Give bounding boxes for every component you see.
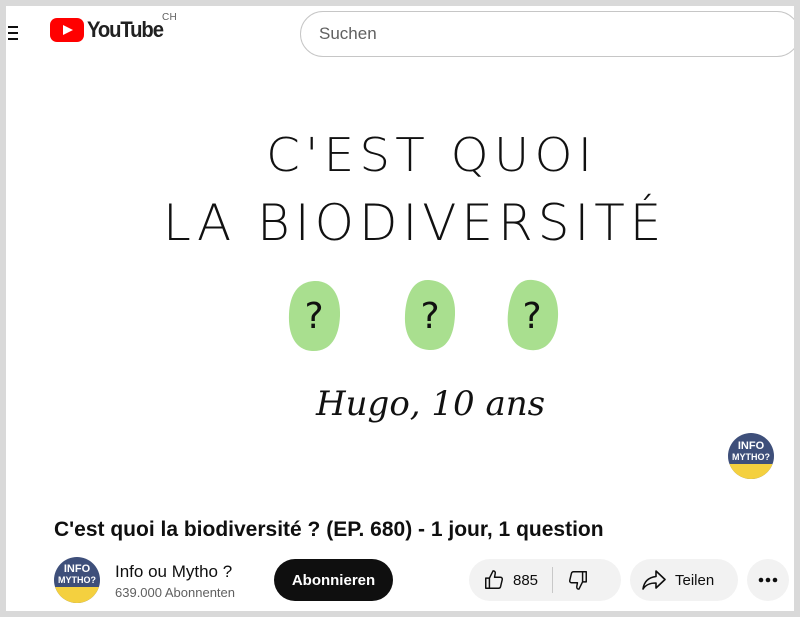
country-code: CH	[162, 12, 178, 23]
share-button[interactable]: Teilen	[630, 559, 738, 601]
video-text-line1: C'EST QUOI	[266, 128, 598, 182]
question-mark: ?	[304, 296, 323, 337]
share-arrow-icon	[642, 570, 666, 590]
page-frame: YouTube CH C'EST QUOI LA BIODIVERSITÉ ? …	[6, 6, 794, 611]
menu-icon[interactable]	[8, 26, 20, 42]
subscribe-button[interactable]: Abonnieren	[274, 559, 393, 601]
more-dots-icon	[758, 577, 778, 583]
channel-avatar[interactable]: INFO MYTHO?	[54, 557, 100, 603]
youtube-logo[interactable]: YouTube	[50, 17, 169, 43]
channel-watermark[interactable]: INFO MYTHO?	[728, 433, 774, 479]
video-player[interactable]: C'EST QUOI LA BIODIVERSITÉ ? ? ? Hugo, 1…	[6, 66, 794, 496]
like-dislike-group: 885	[469, 559, 621, 601]
youtube-play-icon	[50, 18, 84, 42]
search-input[interactable]	[300, 11, 794, 57]
dislike-button[interactable]	[553, 559, 589, 601]
share-label: Teilen	[675, 571, 715, 589]
question-blob-icon: ?	[288, 280, 341, 352]
more-actions-button[interactable]	[747, 559, 789, 601]
subscriber-count: 639.000 Abonnenten	[115, 585, 236, 600]
video-text-line2: LA BIODIVERSITÉ	[163, 194, 667, 252]
question-blob-icon: ?	[404, 279, 456, 351]
logo-text: YouTube	[87, 17, 164, 42]
video-title: C'est quoi la biodiversité ? (EP. 680) -…	[54, 518, 604, 541]
like-count: 885	[513, 571, 539, 589]
question-mark: ?	[420, 296, 439, 337]
question-mark: ?	[522, 296, 541, 337]
question-blob-icon: ?	[507, 279, 559, 351]
like-button[interactable]: 885	[469, 559, 552, 601]
thumbs-down-icon	[568, 571, 588, 590]
thumbs-up-icon	[485, 570, 504, 589]
channel-name[interactable]: Info ou Mytho ?	[115, 562, 232, 582]
video-signature: Hugo, 10 ans	[316, 384, 546, 424]
